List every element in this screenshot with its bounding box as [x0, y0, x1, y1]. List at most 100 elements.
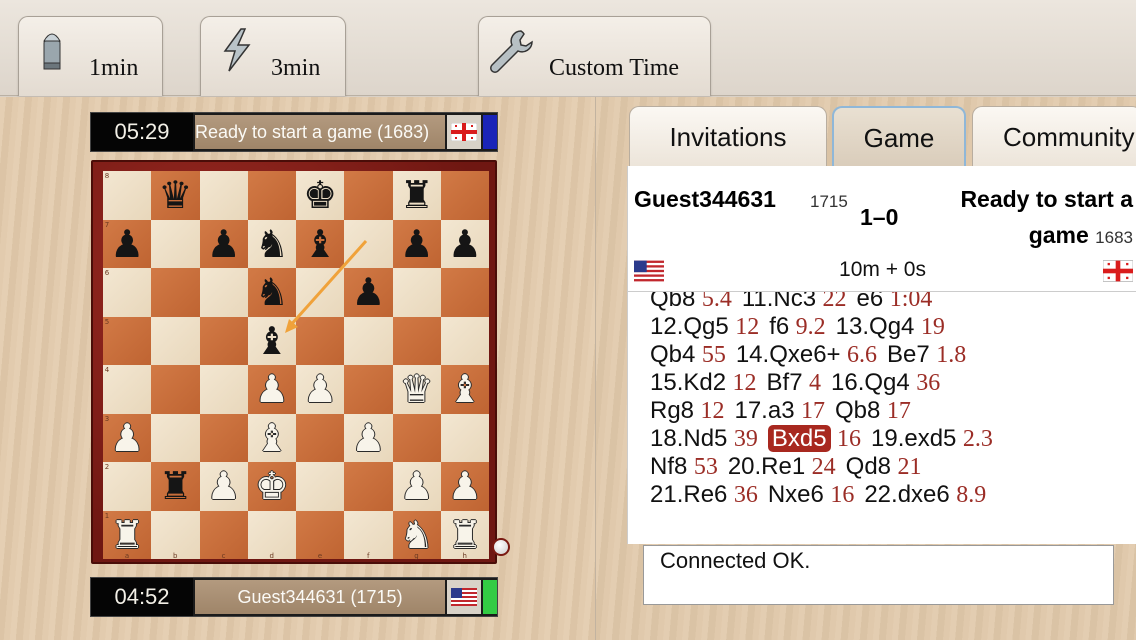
square-c1[interactable]: c: [199, 510, 248, 560]
white-rook-icon[interactable]: ♜: [110, 516, 144, 554]
black-knight-icon[interactable]: ♞: [255, 273, 289, 311]
square-a5[interactable]: 5: [103, 316, 152, 365]
square-h5[interactable]: [440, 316, 489, 365]
move[interactable]: e6: [857, 292, 884, 312]
move[interactable]: f6: [769, 313, 789, 340]
square-c7[interactable]: ♟: [199, 219, 248, 268]
square-f8[interactable]: [344, 171, 393, 220]
square-a1[interactable]: 1 a ♜: [103, 510, 152, 560]
square-e6[interactable]: [296, 268, 345, 317]
square-h1[interactable]: h ♜: [440, 510, 489, 560]
square-c5[interactable]: [199, 316, 248, 365]
white-pawn-icon[interactable]: ♟: [110, 419, 144, 457]
square-e1[interactable]: e: [296, 510, 345, 560]
square-b6[interactable]: [151, 268, 200, 317]
square-f6[interactable]: ♟: [344, 268, 393, 317]
square-f2[interactable]: [344, 462, 393, 511]
move[interactable]: 11.Nc3: [742, 292, 816, 312]
move[interactable]: 15.Kd2: [650, 369, 726, 396]
move-highlighted[interactable]: Bxd5: [767, 425, 831, 452]
board-resize-knob[interactable]: [492, 538, 510, 556]
move[interactable]: 20.Re1: [728, 453, 805, 480]
move[interactable]: Qb4: [650, 341, 695, 368]
black-pawn-icon[interactable]: ♟: [400, 225, 434, 263]
square-b4[interactable]: [151, 365, 200, 414]
white-pawn-icon[interactable]: ♟: [207, 467, 241, 505]
square-b2[interactable]: ♜: [151, 462, 200, 511]
move[interactable]: 16.Qg4: [831, 369, 910, 396]
black-pawn-icon[interactable]: ♟: [351, 273, 385, 311]
move[interactable]: 22.dxe6: [864, 481, 949, 508]
square-d6[interactable]: ♞: [247, 268, 296, 317]
move[interactable]: Nxe6: [768, 481, 824, 508]
square-b5[interactable]: [151, 316, 200, 365]
square-b3[interactable]: [151, 413, 200, 462]
move[interactable]: 21.Re6: [650, 481, 727, 508]
black-bishop-icon[interactable]: ♝: [303, 225, 337, 263]
square-e2[interactable]: [296, 462, 345, 511]
white-rook-icon[interactable]: ♜: [448, 516, 482, 554]
square-a6[interactable]: 6: [103, 268, 152, 317]
square-b7[interactable]: [151, 219, 200, 268]
white-king-icon[interactable]: ♚: [255, 467, 289, 505]
square-a4[interactable]: 4: [103, 365, 152, 414]
tab-community[interactable]: Community: [972, 106, 1136, 168]
square-e4[interactable]: ♟: [296, 365, 345, 414]
square-a7[interactable]: 7 ♟: [103, 219, 152, 268]
square-d8[interactable]: [247, 171, 296, 220]
move[interactable]: Qd8: [846, 453, 891, 480]
tab-invitations[interactable]: Invitations: [629, 106, 827, 168]
square-b1[interactable]: b: [151, 510, 200, 560]
white-knight-icon[interactable]: ♞: [400, 516, 434, 554]
white-pawn-icon[interactable]: ♟: [255, 370, 289, 408]
square-c6[interactable]: [199, 268, 248, 317]
square-d1[interactable]: d: [247, 510, 296, 560]
move[interactable]: Rg8: [650, 397, 694, 424]
white-pawn-icon[interactable]: ♟: [448, 467, 482, 505]
square-f3[interactable]: ♟: [344, 413, 393, 462]
black-pawn-icon[interactable]: ♟: [110, 225, 144, 263]
square-d2[interactable]: ♚: [247, 462, 296, 511]
square-c2[interactable]: ♟: [199, 462, 248, 511]
move[interactable]: 19.exd5: [871, 425, 956, 452]
square-f7[interactable]: [344, 219, 393, 268]
square-e7[interactable]: ♝: [296, 219, 345, 268]
square-f4[interactable]: [344, 365, 393, 414]
move[interactable]: Qb8: [835, 397, 880, 424]
move[interactable]: 13.Qg4: [836, 313, 915, 340]
black-pawn-icon[interactable]: ♟: [207, 225, 241, 263]
square-g5[interactable]: [392, 316, 441, 365]
square-a2[interactable]: 2: [103, 462, 152, 511]
move[interactable]: Qb8: [650, 292, 695, 312]
black-pawn-icon[interactable]: ♟: [448, 225, 482, 263]
tab-game[interactable]: Game: [832, 106, 966, 168]
move[interactable]: 14.Qxe6+: [736, 341, 841, 368]
square-c8[interactable]: [199, 171, 248, 220]
move[interactable]: Nf8: [650, 453, 687, 480]
square-f5[interactable]: [344, 316, 393, 365]
black-king-icon[interactable]: ♚: [303, 176, 337, 214]
square-h3[interactable]: [440, 413, 489, 462]
chess-board[interactable]: 8 ♛ ♚ ♜ 7 ♟ ♟ ♞ ♝ ♟ ♟ 6 ♞ ♟ 5 ♝ 4 ♟ ♟ ♛ ♝ 3 ♟ ♝ ♟ 2 ♜ ♟ ♚ ♟ ♟ 1 a ♜ b c d e f g…: [103, 171, 489, 560]
move[interactable]: 17.a3: [734, 397, 794, 424]
white-pawn-icon[interactable]: ♟: [303, 370, 337, 408]
square-h8[interactable]: [440, 171, 489, 220]
black-knight-icon[interactable]: ♞: [255, 225, 289, 263]
square-f1[interactable]: f: [344, 510, 393, 560]
move-list[interactable]: Qb8 5.4 11.Nc3 22 e6 1:04 12.Qg5 12 f6 9.2 13…: [628, 292, 1136, 544]
move[interactable]: 12.Qg5: [650, 313, 729, 340]
square-d5[interactable]: ♝: [247, 316, 296, 365]
square-e8[interactable]: ♚: [296, 171, 345, 220]
one-minute-button[interactable]: 1min: [18, 16, 163, 96]
square-g2[interactable]: ♟: [392, 462, 441, 511]
custom-time-button[interactable]: Custom Time: [478, 16, 711, 96]
white-pawn-icon[interactable]: ♟: [400, 467, 434, 505]
black-bishop-icon[interactable]: ♝: [255, 322, 289, 360]
square-g8[interactable]: ♜: [392, 171, 441, 220]
black-rook-icon[interactable]: ♜: [158, 467, 192, 505]
square-g4[interactable]: ♛: [392, 365, 441, 414]
square-g7[interactable]: ♟: [392, 219, 441, 268]
square-h7[interactable]: ♟: [440, 219, 489, 268]
square-h2[interactable]: ♟: [440, 462, 489, 511]
square-b8[interactable]: ♛: [151, 171, 200, 220]
